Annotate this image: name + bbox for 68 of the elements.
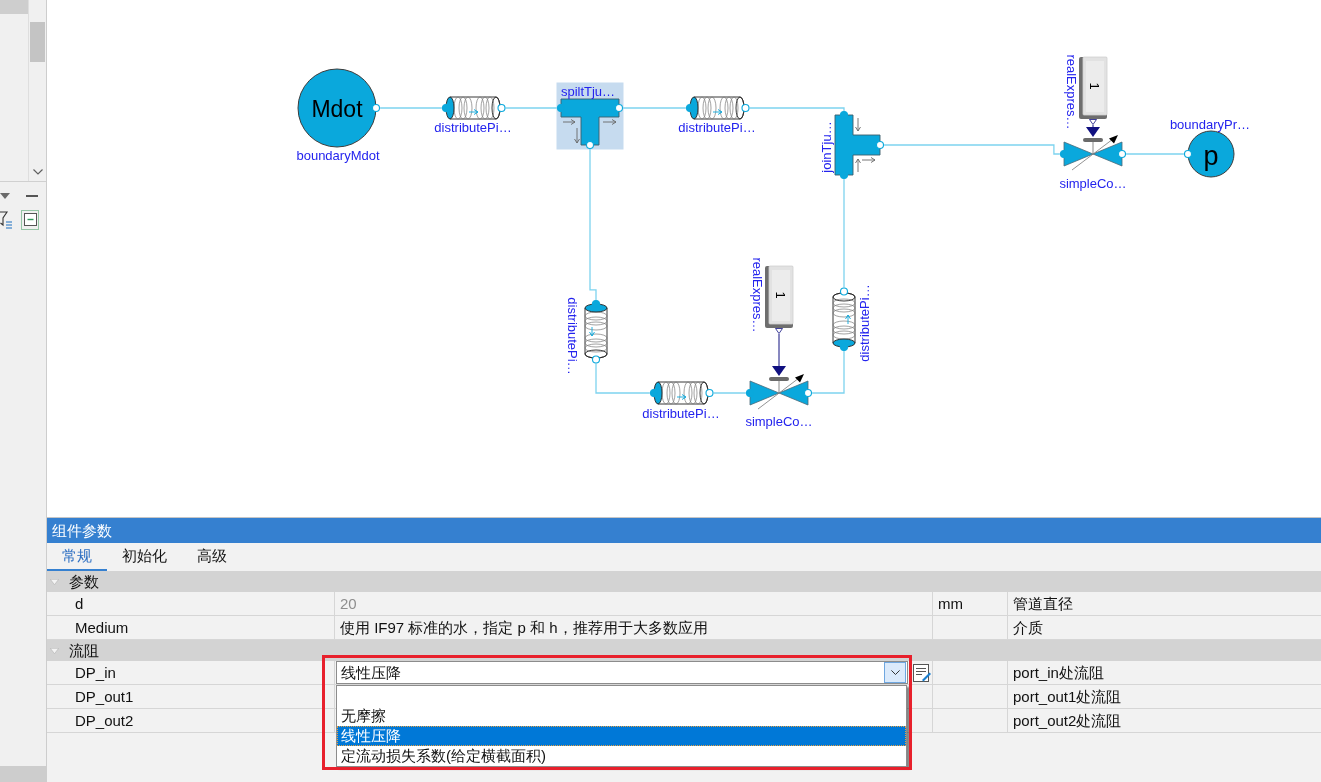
signal-line	[1092, 124, 1094, 128]
property-name: DP_out2	[75, 711, 134, 730]
collapse-icon[interactable]	[21, 210, 39, 230]
tab[interactable]: 高级	[182, 543, 242, 571]
node-symbol: 1	[1086, 82, 1102, 90]
property-value[interactable]: 使用 IF97 标准的水，指定 p 和 h，推荐用于大多数应用	[340, 618, 708, 637]
node-label: boundaryPr…	[1169, 116, 1251, 132]
pipe-node[interactable]	[584, 299, 608, 364]
node-label: distributePi…	[856, 284, 872, 362]
valve-node[interactable]	[1059, 127, 1127, 171]
node-label: joinTju…	[818, 121, 834, 173]
node-symbol: Mdot	[311, 96, 363, 122]
node-label: realExpres…	[749, 257, 765, 333]
node-label: simpleCo…	[745, 413, 813, 429]
property-description: port_in处流阻	[1013, 663, 1104, 682]
signal-line	[778, 333, 780, 367]
property-description: 介质	[1013, 618, 1043, 637]
connection-line	[622, 107, 687, 109]
pipe-node[interactable]	[832, 287, 856, 352]
node-label: distributePi…	[678, 119, 756, 135]
connection-line	[811, 350, 845, 394]
panel-title: 组件参数	[47, 518, 1321, 543]
property-name: d	[75, 594, 84, 613]
tee-junction-node[interactable]	[834, 110, 885, 180]
valve-node[interactable]	[745, 366, 813, 410]
node-symbol: 1	[772, 291, 788, 299]
node-label: distributePi…	[564, 297, 580, 375]
node-label: realExpres…	[1063, 54, 1079, 130]
tab[interactable]: 初始化	[107, 543, 182, 571]
chevron-down-icon	[890, 670, 900, 675]
edit-icon[interactable]	[913, 663, 931, 682]
property-name: DP_in	[75, 663, 116, 682]
property-description: 管道直径	[1013, 594, 1073, 613]
scrollbar-thumb[interactable]	[0, 766, 46, 782]
connection-line	[1125, 153, 1185, 155]
group-title: 参数	[69, 572, 99, 592]
node-label: distributePi…	[434, 119, 512, 135]
node-label: boundaryMdot	[296, 147, 380, 163]
connection-line	[504, 107, 558, 109]
property-unit: mm	[938, 594, 963, 613]
property-description: port_out1处流阻	[1013, 687, 1122, 706]
property-name: DP_out1	[75, 687, 134, 706]
pipe-node[interactable]	[685, 96, 750, 120]
node-label: spiltTju…	[560, 83, 616, 99]
pipe-node[interactable]	[649, 381, 714, 405]
scrollbar-thumb[interactable]	[30, 22, 45, 62]
expression-block-node[interactable]	[765, 265, 794, 334]
chevron-down-icon[interactable]	[32, 169, 43, 175]
node-label: simpleCo…	[1059, 175, 1127, 191]
dropdown[interactable]: 线性压降	[336, 661, 908, 684]
filter-icon[interactable]	[0, 210, 12, 229]
property-name: Medium	[75, 618, 129, 637]
connection-line	[595, 362, 651, 394]
caret-down-icon[interactable]	[0, 193, 10, 199]
expression-block-node[interactable]	[1079, 56, 1108, 125]
tee-junction-node[interactable]	[556, 98, 624, 150]
dropdown-option[interactable]: 定流动损失系数(给定横截面积)	[337, 746, 906, 766]
node-symbol: p	[1203, 141, 1219, 171]
dropdown-option[interactable]: 线性压降	[337, 726, 906, 746]
dropdown-option[interactable]: 无摩擦	[337, 706, 906, 726]
node-label: distributePi…	[642, 405, 720, 421]
group-title: 流阻	[69, 641, 99, 661]
connection-line	[379, 107, 443, 109]
connection-line	[712, 392, 747, 394]
property-description: port_out2处流阻	[1013, 711, 1122, 730]
pressure-boundary-node[interactable]	[1183, 130, 1235, 178]
flow-source-node[interactable]	[297, 68, 381, 148]
pipe-node[interactable]	[441, 96, 506, 120]
